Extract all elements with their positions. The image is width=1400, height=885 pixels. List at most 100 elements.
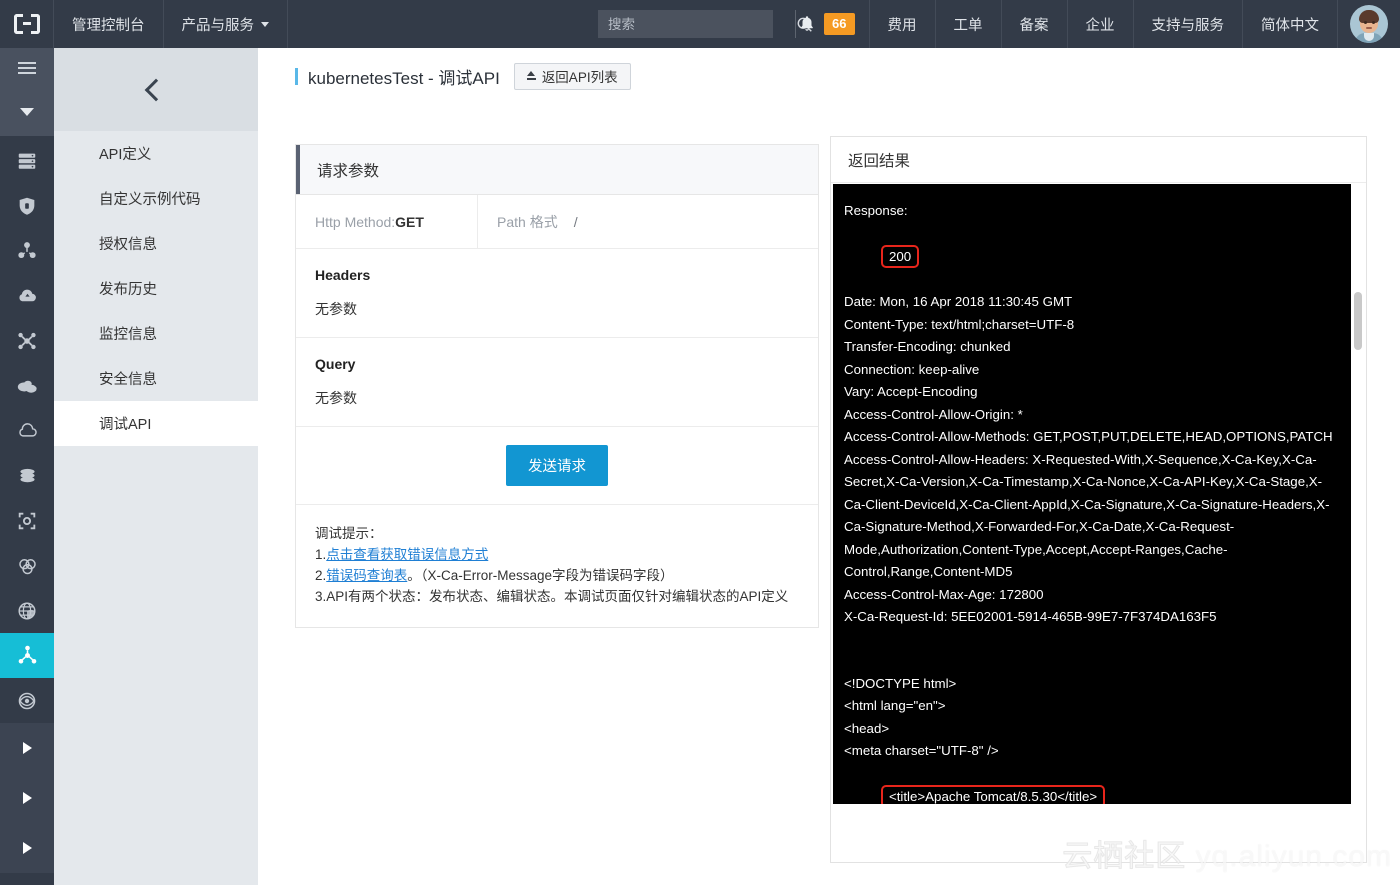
sidebar-item-label: API定义 — [99, 147, 152, 163]
rail-footer-item-2[interactable] — [0, 773, 54, 823]
tip2-prefix: 2. — [315, 568, 327, 583]
aliyun-logo-icon — [13, 14, 40, 34]
search-box[interactable] — [598, 10, 812, 38]
rail-item-cdn[interactable] — [0, 318, 54, 363]
tip-line-3: 3.API有两个状态：发布状态、编辑状态。本调试页面仅针对编辑状态的API定义 — [315, 589, 789, 604]
rail-item-ecs[interactable] — [0, 138, 54, 183]
eye-target-icon — [18, 692, 36, 709]
avatar[interactable] — [1338, 0, 1400, 48]
rail-item-network[interactable] — [0, 228, 54, 273]
path-cell: Path 格式 / — [478, 195, 818, 248]
response-scrollbar-track[interactable] — [1351, 187, 1362, 802]
response-panel-title: 返回结果 — [831, 137, 1366, 183]
sidebar-item-label: 授权信息 — [99, 237, 157, 253]
headers-title: Headers — [315, 267, 371, 283]
tip2-suffix: 。（X-Ca-Error-Message字段为错误码字段） — [407, 568, 674, 583]
debug-tips: 调试提示： 1.点击查看获取错误信息方式 2.错误码查询表。（X-Ca-Erro… — [296, 505, 818, 627]
back-to-api-list-button[interactable]: 返回API列表 — [513, 62, 631, 90]
body-line-head: <head> — [844, 720, 890, 736]
topnav-products-label: 产品与服务 — [181, 17, 255, 34]
app-root: 管理控制台 产品与服务 66 费用 工单 — [0, 0, 1400, 885]
sidebar-item-label: 调试API — [99, 417, 152, 433]
tip1-prefix: 1. — [315, 547, 327, 562]
rail-item-clouds[interactable] — [0, 363, 54, 408]
rail-expand-toggle[interactable] — [0, 88, 54, 136]
topnav-support-label: 支持与服务 — [1151, 17, 1225, 34]
http-method-cell: Http Method: GET — [296, 195, 478, 248]
notifications[interactable]: 66 — [785, 0, 870, 48]
database-layers-icon — [19, 468, 35, 482]
rail-footer-item-1[interactable] — [0, 723, 54, 773]
response-panel: 返回结果 Response: 200 Date: Mon, 16 Apr 201… — [830, 136, 1367, 863]
clouds-icon — [17, 380, 37, 393]
topnav-products[interactable]: 产品与服务 — [164, 0, 288, 48]
topnav-support[interactable]: 支持与服务 — [1134, 0, 1243, 48]
sidebar-item-label: 发布历史 — [99, 282, 157, 298]
query-section: Query 无参数 — [296, 338, 818, 427]
cloud-storage-icon — [18, 289, 36, 301]
title-accent-bar — [295, 67, 298, 85]
rail-menu-toggle[interactable] — [0, 48, 54, 88]
rail-item-global[interactable] — [0, 588, 54, 633]
rail-item-cloud-storage[interactable] — [0, 273, 54, 318]
body-line-html: <html lang="en"> — [844, 698, 946, 713]
rail-item-database[interactable] — [0, 453, 54, 498]
http-method-value: GET — [395, 213, 424, 230]
headers-value: 无参数 — [315, 301, 357, 317]
chevron-left-icon — [144, 78, 168, 101]
tip-line-2: 2.错误码查询表。（X-Ca-Error-Message字段为错误码字段） — [315, 565, 799, 586]
response-header-acma: Access-Control-Max-Age: 172800 — [844, 586, 1044, 602]
rail-item-container[interactable] — [0, 498, 54, 543]
cloud-outline-icon — [18, 422, 37, 437]
chevron-down-icon — [261, 21, 269, 27]
topnav-tickets-label: 工单 — [953, 17, 983, 34]
rail-item-cloud[interactable] — [0, 408, 54, 453]
sidebar-item-label: 安全信息 — [99, 372, 157, 388]
request-method-row: Http Method: GET Path 格式 / — [296, 195, 818, 249]
sidebar-item-authorization[interactable]: 授权信息 — [54, 221, 258, 266]
rail-item-security[interactable] — [0, 183, 54, 228]
topnav-console[interactable]: 管理控制台 — [54, 0, 164, 48]
play-triangle-icon — [22, 792, 32, 804]
response-body[interactable]: Response: 200 Date: Mon, 16 Apr 2018 11:… — [833, 184, 1351, 804]
rail-item-analytics[interactable] — [0, 543, 54, 588]
topnav-billing[interactable]: 费用 — [870, 0, 936, 48]
topnav-enterprise[interactable]: 企业 — [1068, 0, 1134, 48]
response-header-content-type: Content-Type: text/html;charset=UTF-8 — [844, 316, 1075, 332]
sidebar-item-debug-api[interactable]: 调试API — [54, 401, 258, 446]
send-request-button[interactable]: 发送请求 — [506, 445, 608, 486]
search-input[interactable] — [598, 16, 796, 32]
notification-count-badge: 66 — [824, 13, 855, 35]
sidebar-item-security[interactable]: 安全信息 — [54, 356, 258, 401]
sidebar-collapse-button[interactable] — [54, 48, 258, 131]
cross-connect-icon — [18, 332, 36, 349]
response-body-separator — [844, 629, 1341, 673]
response-header-transfer-encoding: Transfer-Encoding: chunked — [844, 339, 1011, 354]
tip1-link[interactable]: 点击查看获取错误信息方式 — [326, 547, 488, 562]
rail-footer-item-3[interactable] — [0, 823, 54, 873]
aliyun-logo[interactable] — [0, 0, 54, 48]
body-line-doctype: <!DOCTYPE html> — [844, 675, 957, 691]
rail-item-api-gateway[interactable] — [0, 633, 54, 678]
sidebar-item-monitoring[interactable]: 监控信息 — [54, 311, 258, 356]
topnav-enterprise-label: 企业 — [1085, 17, 1115, 34]
response-header-acao: Access-Control-Allow-Origin: * — [844, 406, 1023, 422]
sidebar-item-publish-history[interactable]: 发布历史 — [54, 266, 258, 311]
globe-grid-icon — [18, 601, 36, 620]
request-params-panel: 请求参数 Http Method: GET Path 格式 / Headers 无… — [295, 144, 819, 628]
body-line-title-row: <title>Apache Tomcat/8.5.30</title> — [844, 763, 1341, 804]
response-scrollbar-thumb[interactable] — [1354, 292, 1362, 350]
rail-item-monitor[interactable] — [0, 678, 54, 723]
topnav-tickets[interactable]: 工单 — [936, 0, 1002, 48]
topnav-language[interactable]: 简体中文 — [1243, 0, 1338, 48]
sidebar-item-custom-sample-code[interactable]: 自定义示例代码 — [54, 176, 258, 221]
api-gateway-icon — [18, 645, 36, 664]
request-params-title: 请求参数 — [296, 145, 818, 195]
icon-rail — [0, 48, 54, 885]
query-value: 无参数 — [315, 390, 357, 406]
sidebar-item-api-definition[interactable]: API定义 — [54, 131, 258, 176]
tip2-link[interactable]: 错误码查询表 — [326, 568, 407, 583]
http-method-label: Http Method: — [315, 213, 396, 230]
topnav-icp[interactable]: 备案 — [1002, 0, 1068, 48]
